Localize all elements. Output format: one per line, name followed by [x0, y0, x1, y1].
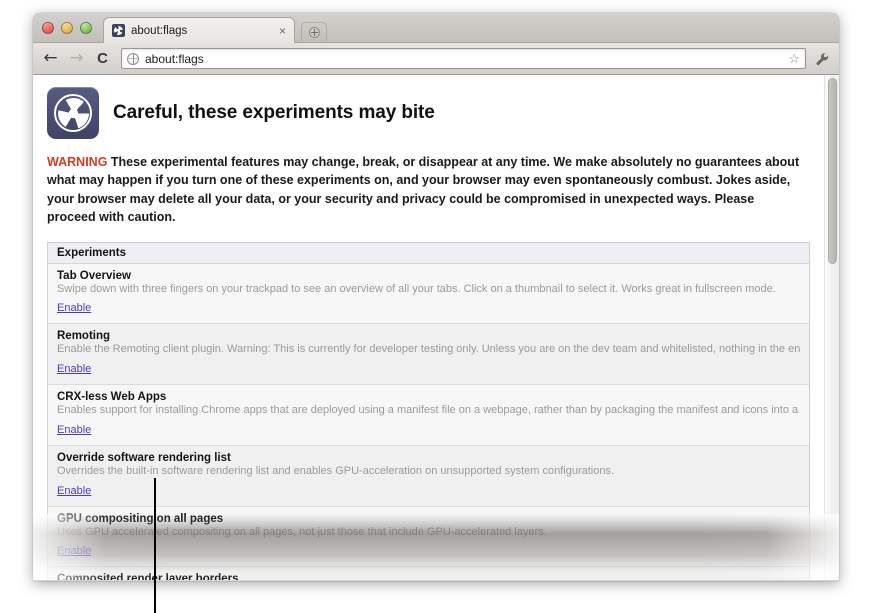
- warning-text: These experimental features may change, …: [47, 155, 800, 225]
- experiment-row: Remoting Enable the Remoting client plugi…: [48, 324, 809, 385]
- experiments-list: Tab Overview Swipe down with three finger…: [48, 263, 809, 580]
- experiment-description: Swipe down with three fingers on your tr…: [57, 282, 776, 295]
- experiment-name: Remoting: [57, 330, 111, 343]
- minimize-window-button[interactable]: [61, 22, 73, 34]
- flags-page: Careful, these experiments may bite WARN…: [33, 75, 824, 580]
- enable-experiment-link[interactable]: Enable: [57, 363, 91, 375]
- flags-page-header: Careful, these experiments may bite: [47, 87, 810, 139]
- experiment-description: Uses GPU accelerated compositing on all …: [57, 525, 547, 538]
- wrench-icon[interactable]: [813, 49, 831, 68]
- warning-label: WARNING: [47, 155, 108, 169]
- experiments-section: Experiments Tab Overview Swipe down with …: [47, 241, 810, 580]
- experiment-description: Enable the Remoting client plugin. Warni…: [57, 343, 800, 356]
- radiation-icon: [47, 87, 99, 139]
- radiation-trefoil-icon: [54, 94, 92, 132]
- browser-tab[interactable]: about:flags ×: [103, 17, 295, 43]
- enable-experiment-link[interactable]: Enable: [57, 545, 91, 557]
- plus-icon: [308, 26, 320, 38]
- experiment-name: CRX-less Web Apps: [57, 391, 167, 403]
- experiment-name: Composited render layer borders: [57, 573, 239, 580]
- forward-button[interactable]: →: [67, 49, 86, 68]
- experiment-row: Tab Overview Swipe down with three finger…: [48, 263, 809, 325]
- zoom-window-button[interactable]: [80, 22, 92, 34]
- experiment-row: GPU compositing on all pages Uses GPU acc…: [48, 506, 809, 568]
- radiation-favicon-icon: [112, 24, 125, 37]
- experiment-name: Override software rendering list: [57, 451, 231, 464]
- close-tab-icon[interactable]: ×: [277, 25, 288, 37]
- experiment-row: CRX-less Web Apps Enables support for ins…: [48, 385, 809, 446]
- address-bar[interactable]: about:flags ☆: [121, 48, 806, 69]
- window-controls: [42, 22, 92, 34]
- enable-experiment-link[interactable]: Enable: [57, 424, 91, 436]
- scrollbar-thumb[interactable]: [828, 78, 837, 264]
- experiment-name: Tab Overview: [57, 269, 131, 282]
- experiment-row: Override software rendering list Override…: [48, 445, 809, 507]
- experiment-name: GPU compositing on all pages: [57, 512, 224, 525]
- experiment-description: Overrides the built-in software renderin…: [57, 464, 615, 477]
- page-scrollbar[interactable]: [824, 75, 839, 580]
- enable-experiment-link[interactable]: Enable: [57, 485, 91, 497]
- globe-icon: [127, 52, 139, 65]
- browser-toolbar: ← → C about:flags ☆: [33, 43, 839, 75]
- address-bar-url: about:flags: [145, 51, 204, 66]
- tab-strip: about:flags ×: [33, 13, 839, 43]
- new-tab-button[interactable]: [301, 22, 327, 41]
- experiments-section-header: Experiments: [48, 242, 809, 264]
- experiment-description: Enables support for installing Chrome ap…: [57, 404, 800, 416]
- warning-block: WARNING These experimental features may …: [47, 153, 810, 227]
- page-title: Careful, these experiments may bite: [113, 102, 435, 123]
- reload-button[interactable]: C: [93, 49, 112, 68]
- bookmark-star-icon[interactable]: ☆: [788, 52, 800, 65]
- enable-experiment-link[interactable]: Enable: [57, 302, 91, 314]
- experiment-row: Composited render layer bordersRenders a…: [48, 567, 809, 580]
- back-button[interactable]: ←: [41, 49, 60, 68]
- close-window-button[interactable]: [42, 22, 54, 34]
- tab-title: about:flags: [131, 24, 188, 37]
- annotation-callout-line: [154, 478, 156, 613]
